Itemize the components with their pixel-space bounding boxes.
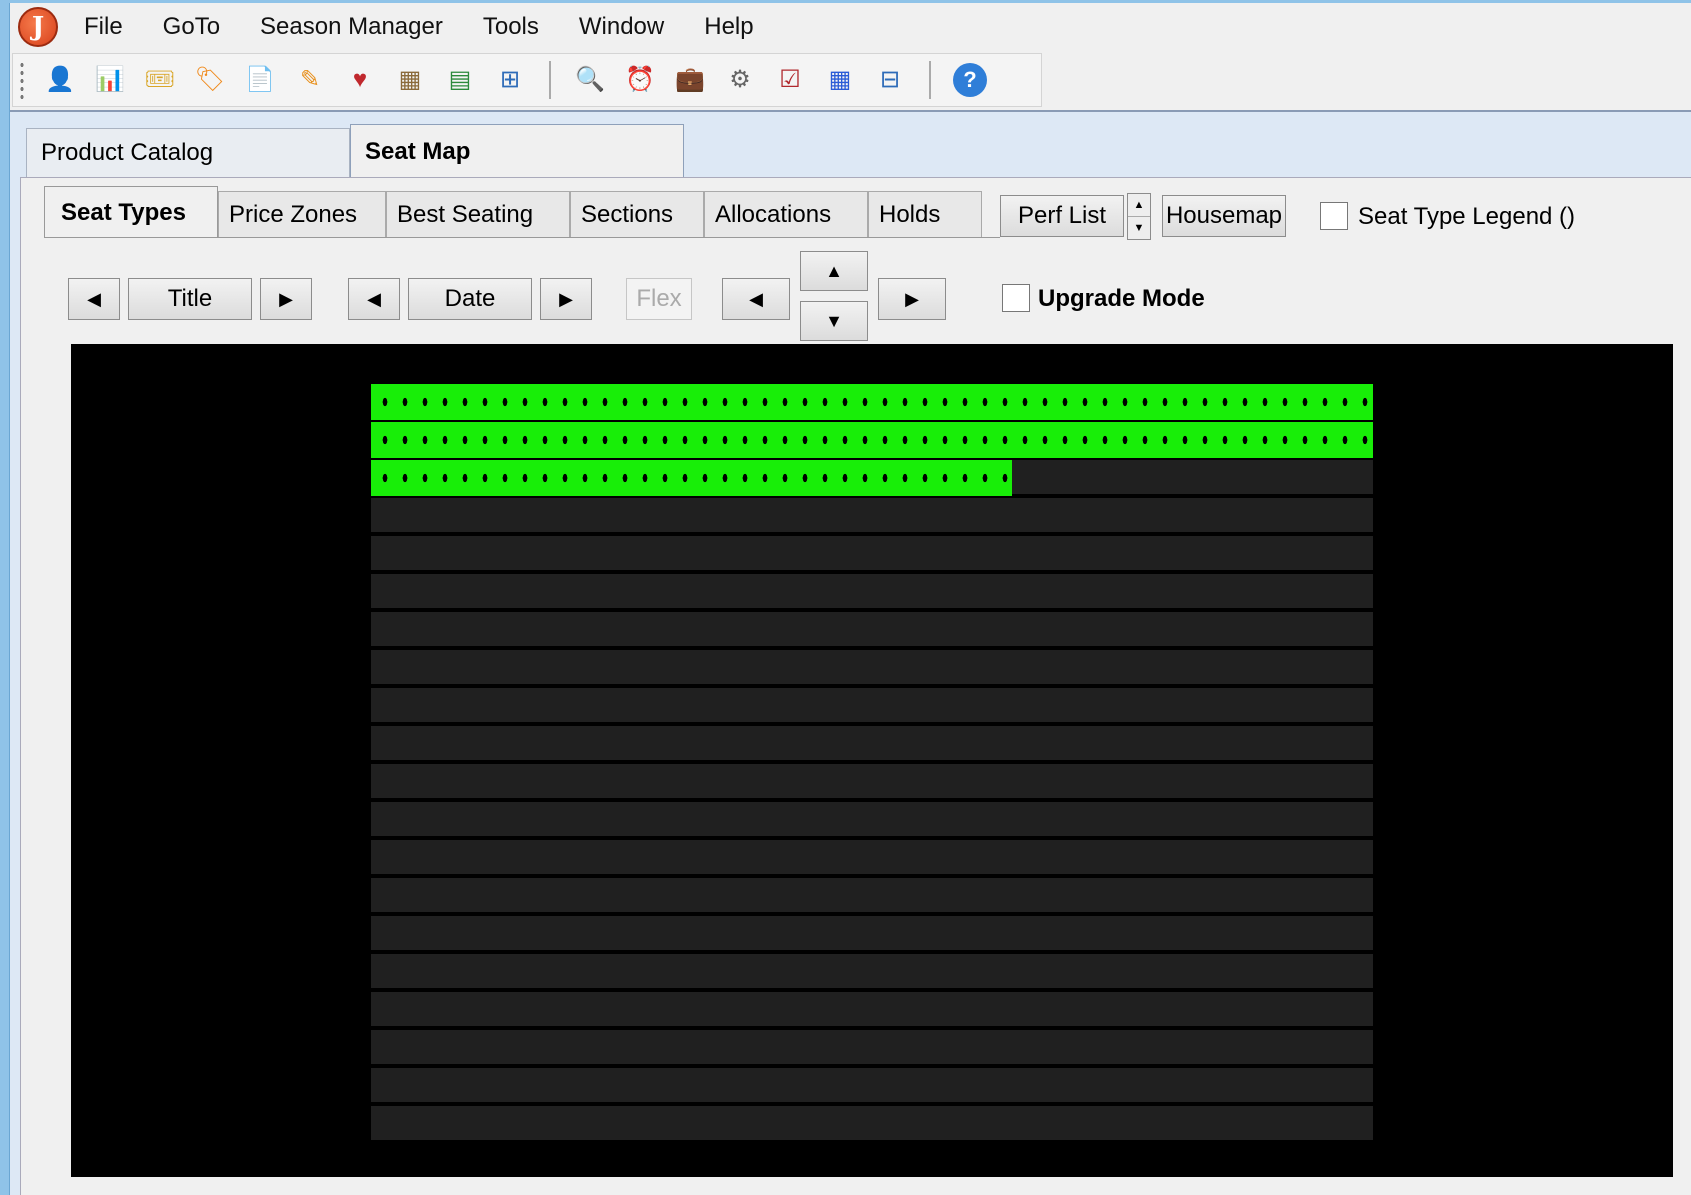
tab-product-catalog[interactable]: Product Catalog <box>26 128 350 177</box>
seat-type-legend-checkbox[interactable] <box>1320 202 1348 230</box>
tab-sections[interactable]: Sections <box>570 191 704 237</box>
up-arrow-icon: ▲ <box>825 260 843 281</box>
menu-bar: J File GoTo Season Manager Tools Window … <box>10 3 1691 51</box>
network-search-icon[interactable]: ⊟ <box>873 63 907 97</box>
housemap-button[interactable]: Housemap <box>1162 195 1286 237</box>
seat-block[interactable] <box>371 422 1373 458</box>
seat-block[interactable] <box>371 384 1373 420</box>
settings-gear-icon[interactable]: ⚙ <box>723 63 757 97</box>
alarm-clock-icon[interactable]: ⏰ <box>623 63 657 97</box>
spinner-up-icon[interactable]: ▲ <box>1128 194 1150 217</box>
help-icon[interactable]: ? <box>953 63 987 97</box>
down-arrow-icon: ▼ <box>825 310 843 331</box>
menu-file[interactable]: File <box>58 13 143 41</box>
seat-block[interactable] <box>371 460 1012 496</box>
spinner-down-icon[interactable]: ▼ <box>1128 217 1150 239</box>
pricing-icon[interactable]: 🏷 <box>193 63 227 97</box>
menu-window[interactable]: Window <box>559 13 684 41</box>
menu-help[interactable]: Help <box>684 13 773 41</box>
upgrade-mode-checkbox[interactable] <box>1002 284 1030 312</box>
seat-row[interactable] <box>371 1106 1373 1142</box>
upgrade-mode-label: Upgrade Mode <box>1038 285 1205 312</box>
tab-allocations[interactable]: Allocations <box>704 191 868 237</box>
seat-row[interactable] <box>371 954 1373 990</box>
seat-map-canvas[interactable] <box>71 344 1673 1177</box>
left-arrow-icon: ◀ <box>367 288 381 309</box>
main-toolbar: 👤 📊 🎟 🏷 📄 ✎ ♥ ▦ ▤ ⊞ 🔍 ⏰ 💼 ⚙ ☑ ▦ ⊟ ? <box>12 53 1042 107</box>
tab-holds[interactable]: Holds <box>868 191 982 237</box>
title-button[interactable]: Title <box>128 278 252 320</box>
app-logo-icon: J <box>18 7 58 47</box>
seat-row[interactable] <box>371 840 1373 876</box>
seat-row[interactable] <box>371 802 1373 838</box>
left-arrow-icon: ◀ <box>87 288 101 309</box>
tab-baseline <box>44 237 1000 238</box>
title-next-button[interactable]: ▶ <box>260 278 312 320</box>
window-frame <box>0 0 10 1195</box>
toolbar-separator <box>929 61 931 99</box>
tab-best-seating[interactable]: Best Seating <box>386 191 570 237</box>
excel-icon[interactable]: ▤ <box>443 63 477 97</box>
seat-row[interactable] <box>371 688 1373 724</box>
seat-row[interactable] <box>371 650 1373 686</box>
toolbar-separator <box>549 61 551 99</box>
seat-row[interactable] <box>371 878 1373 914</box>
perf-list-button[interactable]: Perf List <box>1000 195 1124 237</box>
network-icon[interactable]: ⊞ <box>493 63 527 97</box>
menu-season-manager[interactable]: Season Manager <box>240 13 463 41</box>
pan-left-button[interactable]: ◀ <box>722 278 790 320</box>
search-user-icon[interactable]: 🔍 <box>573 63 607 97</box>
report-icon[interactable]: 📊 <box>93 63 127 97</box>
date-next-button[interactable]: ▶ <box>540 278 592 320</box>
seat-row[interactable] <box>371 726 1373 762</box>
seat-type-legend-label: Seat Type Legend () <box>1358 203 1576 230</box>
patron-icon[interactable]: 👤 <box>43 63 77 97</box>
date-button[interactable]: Date <box>408 278 532 320</box>
right-arrow-icon: ▶ <box>559 288 573 309</box>
title-prev-button[interactable]: ◀ <box>68 278 120 320</box>
perf-list-spinner[interactable]: ▲ ▼ <box>1127 193 1151 240</box>
donation-icon[interactable]: ♥ <box>343 63 377 97</box>
tab-seat-map[interactable]: Seat Map <box>350 124 684 178</box>
date-prev-button[interactable]: ◀ <box>348 278 400 320</box>
edit-ticket-icon[interactable]: ✎ <box>293 63 327 97</box>
pan-down-button[interactable]: ▼ <box>800 301 868 341</box>
tab-price-zones[interactable]: Price Zones <box>218 191 386 237</box>
toolbar-grip[interactable] <box>19 61 25 99</box>
seat-row[interactable] <box>371 1068 1373 1104</box>
seat-row[interactable] <box>371 574 1373 610</box>
pan-right-button[interactable]: ▶ <box>878 278 946 320</box>
document-icon[interactable]: 📄 <box>243 63 277 97</box>
tab-seat-types[interactable]: Seat Types <box>44 186 218 238</box>
right-arrow-icon: ▶ <box>905 288 919 309</box>
checklist-icon[interactable]: ☑ <box>773 63 807 97</box>
left-arrow-icon: ◀ <box>749 288 763 309</box>
seat-row[interactable] <box>371 384 1373 420</box>
seat-row[interactable] <box>371 498 1373 534</box>
seat-row[interactable] <box>371 916 1373 952</box>
seat-row[interactable] <box>371 992 1373 1028</box>
seat-row[interactable] <box>371 1030 1373 1066</box>
ticket-icon[interactable]: 🎟 <box>143 63 177 97</box>
right-arrow-icon: ▶ <box>279 288 293 309</box>
seat-row[interactable] <box>371 460 1373 496</box>
seat-row[interactable] <box>371 536 1373 572</box>
seat-row[interactable] <box>371 764 1373 800</box>
pan-up-button[interactable]: ▲ <box>800 251 868 291</box>
grid-edit-icon[interactable]: ▦ <box>393 63 427 97</box>
calendar-grid-icon[interactable]: ▦ <box>823 63 857 97</box>
briefcase-icon[interactable]: 💼 <box>673 63 707 97</box>
flex-button[interactable]: Flex <box>626 278 692 320</box>
seat-row[interactable] <box>371 612 1373 648</box>
menu-tools[interactable]: Tools <box>463 13 559 41</box>
menu-goto[interactable]: GoTo <box>143 13 240 41</box>
seat-row[interactable] <box>371 422 1373 458</box>
